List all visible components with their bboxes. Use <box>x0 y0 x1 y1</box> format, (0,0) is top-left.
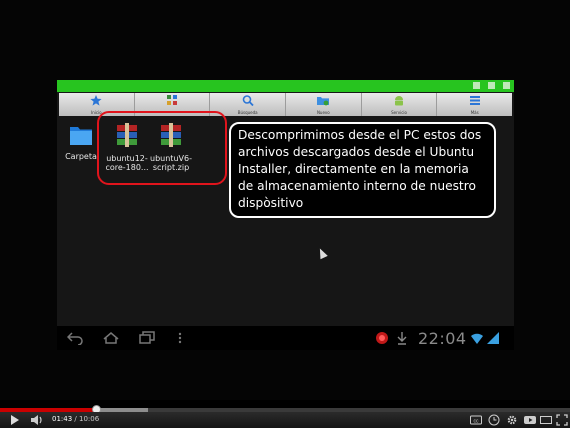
status-clock: 22:04 <box>418 329 467 348</box>
menu-icon[interactable] <box>177 331 183 345</box>
wifi-icon <box>471 333 483 344</box>
captions-icon[interactable]: cc <box>470 414 482 426</box>
folder-icon <box>70 127 92 145</box>
star-icon <box>90 95 102 106</box>
current-time: 01:43 <box>52 415 73 423</box>
android-icon <box>395 96 404 106</box>
watch-later-icon[interactable] <box>488 414 500 426</box>
toolbar-more-button[interactable]: Más <box>437 93 512 116</box>
toolbar-label: Nuevo <box>316 110 330 115</box>
record-icon <box>376 332 388 344</box>
signal-icon <box>487 332 499 344</box>
home-icon[interactable] <box>103 331 119 345</box>
toolbar-new-button[interactable]: Nuevo <box>286 93 362 116</box>
annotation-callout: Descomprimimos desde el PC estos dos arc… <box>229 122 496 218</box>
theater-mode-icon[interactable] <box>540 414 552 426</box>
time-separator: / <box>72 415 79 423</box>
search-icon <box>242 95 254 106</box>
folder-icon <box>317 97 330 106</box>
toolbar-service-button[interactable]: Servicio <box>362 93 438 116</box>
duration: 10:06 <box>79 415 100 423</box>
download-icon <box>397 332 407 345</box>
highlight-circle <box>97 111 227 185</box>
minimize-icon <box>473 82 480 89</box>
youtube-logo-icon[interactable] <box>524 414 536 426</box>
player-controls: 01:43 / 10:06 cc <box>0 412 570 428</box>
fullscreen-icon[interactable] <box>556 414 568 426</box>
play-icon[interactable] <box>10 414 20 426</box>
apps-icon <box>167 95 177 105</box>
recent-apps-icon[interactable] <box>139 331 155 345</box>
list-icon <box>469 96 480 105</box>
time-display: 01:43 / 10:06 <box>52 414 99 425</box>
volume-icon[interactable] <box>30 414 44 426</box>
toolbar-label: Servicio <box>391 110 407 115</box>
back-icon[interactable] <box>67 331 83 345</box>
toolbar-label: Más <box>470 110 479 115</box>
close-icon <box>503 82 510 89</box>
maximize-icon <box>488 82 495 89</box>
settings-gear-icon[interactable] <box>506 414 518 426</box>
svg-text:cc: cc <box>474 419 480 425</box>
title-bar <box>57 80 514 92</box>
